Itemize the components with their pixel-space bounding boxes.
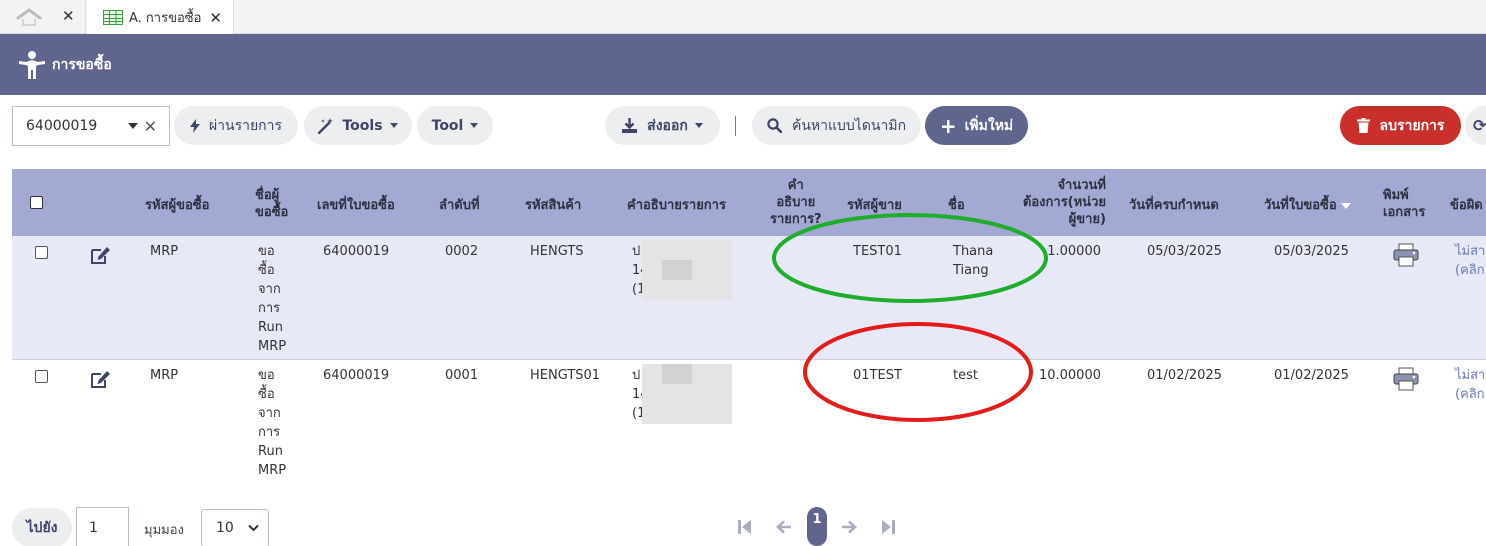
first-page-icon[interactable] — [738, 520, 751, 538]
current-page-button[interactable]: 1 — [807, 507, 827, 546]
page-input[interactable]: 1 — [76, 507, 129, 546]
red-highlight-circle — [803, 322, 1033, 422]
view-label: มุมมอง — [144, 523, 184, 538]
last-page-icon[interactable] — [882, 520, 895, 538]
green-highlight-circle — [772, 213, 1048, 303]
goto-label: ไปยัง — [26, 520, 58, 536]
prev-page-icon[interactable] — [776, 520, 792, 538]
annotation-overlay — [772, 213, 1048, 422]
next-page-icon[interactable] — [841, 520, 857, 538]
pager: ไปยัง 1 มุมมอง 10 1 — [0, 500, 1486, 546]
goto-button[interactable]: ไปยัง — [12, 508, 72, 546]
chevron-down-icon — [248, 520, 259, 536]
page-size-select[interactable]: 10 — [201, 509, 269, 546]
